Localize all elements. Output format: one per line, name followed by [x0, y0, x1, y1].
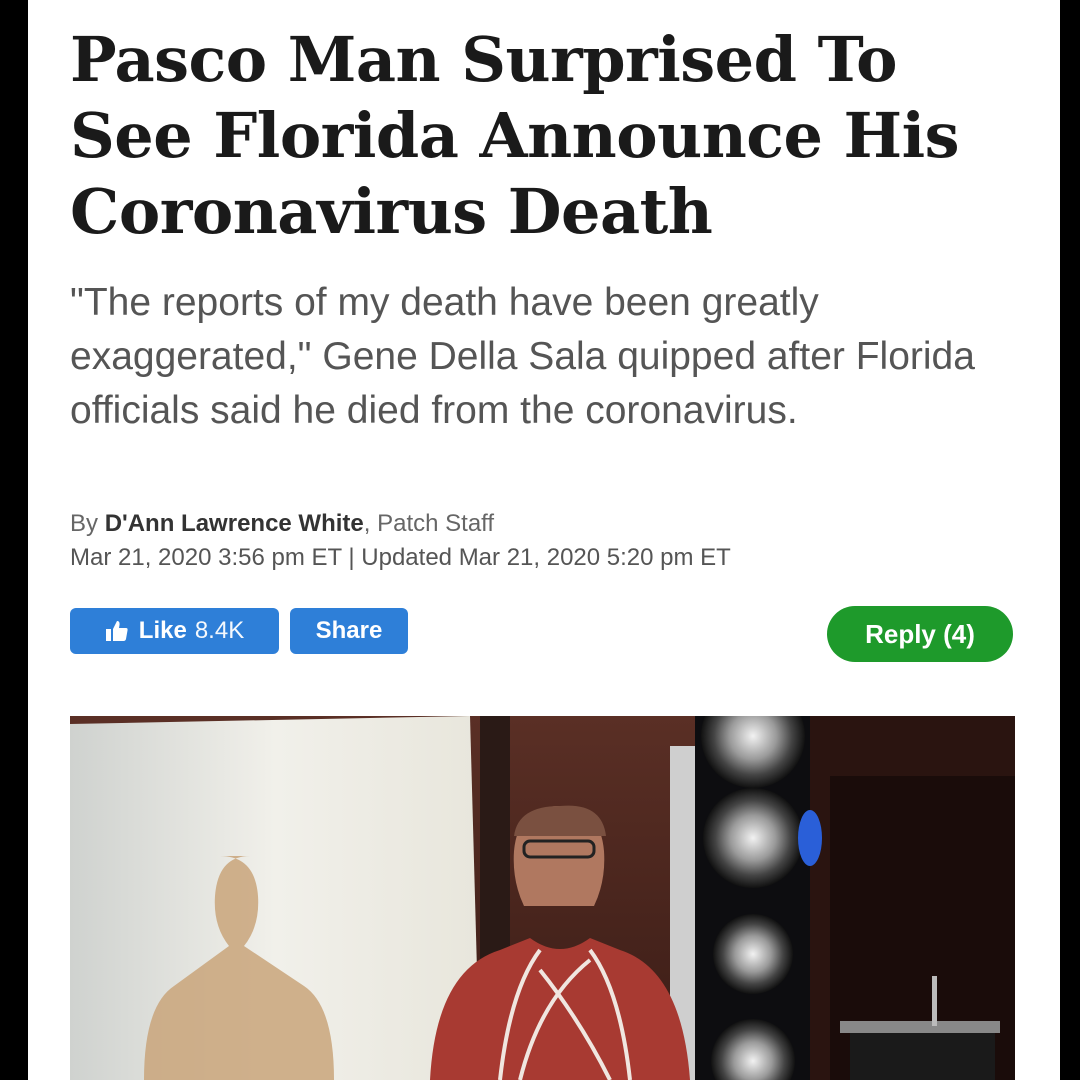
author-role: , Patch Staff [363, 510, 495, 537]
thumbs-up-icon [105, 620, 129, 642]
article-subheadline: "The reports of my death have been great… [70, 281, 975, 432]
like-count: 8.4K [194, 617, 245, 644]
article-dateline: Mar 21, 2020 3:56 pm ET | Updated Mar 21… [70, 544, 731, 571]
article-photo [70, 716, 1015, 1080]
share-button[interactable]: Share [290, 608, 408, 654]
byline-prefix: By [70, 510, 99, 537]
article-headline: Pasco Man Surprised To See Florida Annou… [70, 23, 960, 248]
author-link[interactable]: D'Ann Lawrence White [105, 510, 364, 537]
article-card: Pasco Man Surprised To See Florida Annou… [28, 0, 1060, 1080]
like-label: Like [138, 617, 187, 644]
article-byline: By D'Ann Lawrence White, Patch Staff [70, 510, 494, 538]
reply-button[interactable]: Reply (4) [827, 606, 1013, 662]
like-button[interactable]: Like 8.4K [70, 608, 279, 654]
